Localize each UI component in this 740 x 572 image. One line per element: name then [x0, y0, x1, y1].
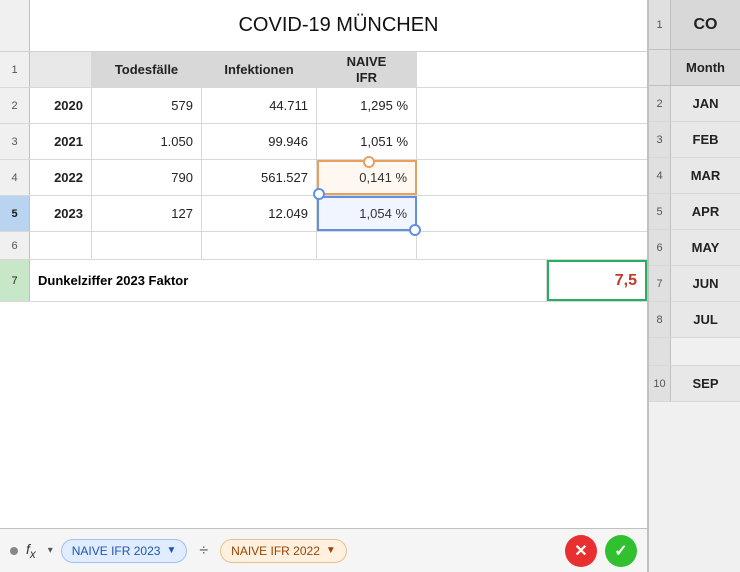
orange-connector-top	[363, 156, 375, 168]
sidebar-row-apr: 5 APR	[649, 194, 740, 230]
sidebar-month-jan[interactable]: JAN	[671, 86, 740, 121]
dunkelziffer-value-text: 7,5	[615, 272, 637, 290]
sidebar-truncated	[649, 338, 740, 366]
sidebar-row-mar: 4 MAR	[649, 158, 740, 194]
sidebar-row-may: 6 MAY	[649, 230, 740, 266]
header-row: 1 Todesfälle Infektionen NAIVE IFR	[0, 52, 647, 88]
blue-connector-bottom-left	[313, 188, 325, 200]
dunkelziffer-label-text: Dunkelziffer 2023 Faktor	[38, 273, 188, 288]
sidebar-row-jul: 8 JUL	[649, 302, 740, 338]
naive-ifr-2022-value: 0,141 %	[359, 170, 407, 185]
empty-naive-6	[317, 232, 417, 259]
sidebar-row-feb: 3 FEB	[649, 122, 740, 158]
dunkelziffer-row: 7 Dunkelziffer 2023 Faktor 7,5	[0, 260, 647, 302]
naive-ifr-2023[interactable]: 1,054 %	[317, 196, 417, 231]
pill1-chevron: ▼	[166, 545, 176, 556]
pill2-label: NAIVE IFR 2022	[231, 544, 320, 558]
empty-todesfaelle-6	[92, 232, 202, 259]
empty-infektionen-6	[202, 232, 317, 259]
sidebar-month-apr[interactable]: APR	[671, 194, 740, 229]
main-spreadsheet: COVID-19 MÜNCHEN 1 Todesfälle Infektione…	[0, 0, 648, 572]
formula-cancel-button[interactable]: ✕	[565, 535, 597, 567]
empty-row-6: 6	[0, 232, 647, 260]
title-row: COVID-19 MÜNCHEN	[0, 0, 647, 52]
infektionen-2022: 561.527	[202, 160, 317, 195]
pill1-label: NAIVE IFR 2023	[72, 544, 161, 558]
infektionen-2020: 44.711	[202, 88, 317, 123]
naive-ifr-2023-value: 1,054 %	[359, 206, 407, 221]
right-sidebar: 1 CO Month 2 JAN 3 FEB 4 MAR 5 APR	[648, 0, 740, 572]
naive-ifr-2022[interactable]: 0,141 %	[317, 160, 417, 195]
header-naive-ifr-line1: NAIVE	[347, 54, 387, 70]
todesfaelle-2020: 579	[92, 88, 202, 123]
formula-confirm-button[interactable]: ✓	[605, 535, 637, 567]
row-num-4: 4	[0, 160, 30, 195]
data-row-2020: 2 2020 579 44.711 1,295 %	[0, 88, 647, 124]
todesfaelle-2022: 790	[92, 160, 202, 195]
naive-ifr-2021: 1,051 %	[317, 124, 417, 159]
spreadsheet-table: 1 Todesfälle Infektionen NAIVE IFR 2 202…	[0, 52, 647, 528]
sidebar-row-sep: 10 SEP	[649, 366, 740, 402]
header-year-cell	[30, 52, 92, 87]
sidebar-row-num-header: 1	[649, 0, 671, 49]
header-todesfaelle: Todesfälle	[92, 52, 202, 87]
formula-dot	[10, 547, 18, 555]
row-num-3: 3	[0, 124, 30, 159]
row-num-2: 2	[0, 88, 30, 123]
sidebar-month-header: Month	[671, 50, 740, 85]
sidebar-row-jan: 2 JAN	[649, 86, 740, 122]
empty-year-6	[30, 232, 92, 259]
sidebar-month-jun[interactable]: JUN	[671, 266, 740, 301]
sidebar-month-jul[interactable]: JUL	[671, 302, 740, 337]
dunkelziffer-value[interactable]: 7,5	[547, 260, 647, 301]
formula-fx-label: fx	[26, 541, 36, 561]
naive-ifr-2020: 1,295 %	[317, 88, 417, 123]
year-2022: 2022	[30, 160, 92, 195]
row-num-7: 7	[0, 260, 30, 301]
infektionen-2023: 12.049	[202, 196, 317, 231]
sidebar-month-may[interactable]: MAY	[671, 230, 740, 265]
row-num-6: 6	[0, 232, 30, 259]
data-row-2023: 5 2023 127 12.049 1,054 %	[0, 196, 647, 232]
infektionen-2021: 99.946	[202, 124, 317, 159]
sidebar-row-num-month-header	[649, 50, 671, 85]
data-row-2021: 3 2021 1.050 99.946 1,051 %	[0, 124, 647, 160]
pill2-chevron: ▼	[326, 545, 336, 556]
dunkelziffer-label: Dunkelziffer 2023 Faktor	[30, 260, 547, 301]
sidebar-month-sep[interactable]: SEP	[671, 366, 740, 401]
blue-connector-bottom-right	[409, 224, 421, 236]
sidebar-month-feb[interactable]: FEB	[671, 122, 740, 157]
sidebar-ellipsis	[671, 338, 740, 365]
header-naive-ifr: NAIVE IFR	[317, 52, 417, 87]
sidebar-row-jun: 7 JUN	[649, 266, 740, 302]
formula-divider: ÷	[199, 542, 208, 560]
year-2021: 2021	[30, 124, 92, 159]
row-num-1: 1	[0, 52, 30, 87]
formula-chevron[interactable]: ▾	[48, 545, 53, 556]
header-infektionen: Infektionen	[202, 52, 317, 87]
todesfaelle-2021: 1.050	[92, 124, 202, 159]
title-row-number	[0, 0, 30, 51]
row-num-5: 5	[0, 196, 30, 231]
header-naive-ifr-line2: IFR	[356, 70, 377, 86]
sidebar-month-mar[interactable]: MAR	[671, 158, 740, 193]
data-row-2022: 4 2022 790 561.527 0,141 %	[0, 160, 647, 196]
year-2020: 2020	[30, 88, 92, 123]
year-2023: 2023	[30, 196, 92, 231]
formula-bar: fx ▾ NAIVE IFR 2023 ▼ ÷ NAIVE IFR 2022 ▼…	[0, 528, 647, 572]
formula-pill-naive-ifr-2023[interactable]: NAIVE IFR 2023 ▼	[61, 539, 188, 563]
sheet-title: COVID-19 MÜNCHEN	[30, 0, 647, 51]
sidebar-co-header: CO	[671, 0, 740, 49]
formula-pill-naive-ifr-2022[interactable]: NAIVE IFR 2022 ▼	[220, 539, 347, 563]
formula-actions: ✕ ✓	[565, 535, 637, 567]
todesfaelle-2023: 127	[92, 196, 202, 231]
